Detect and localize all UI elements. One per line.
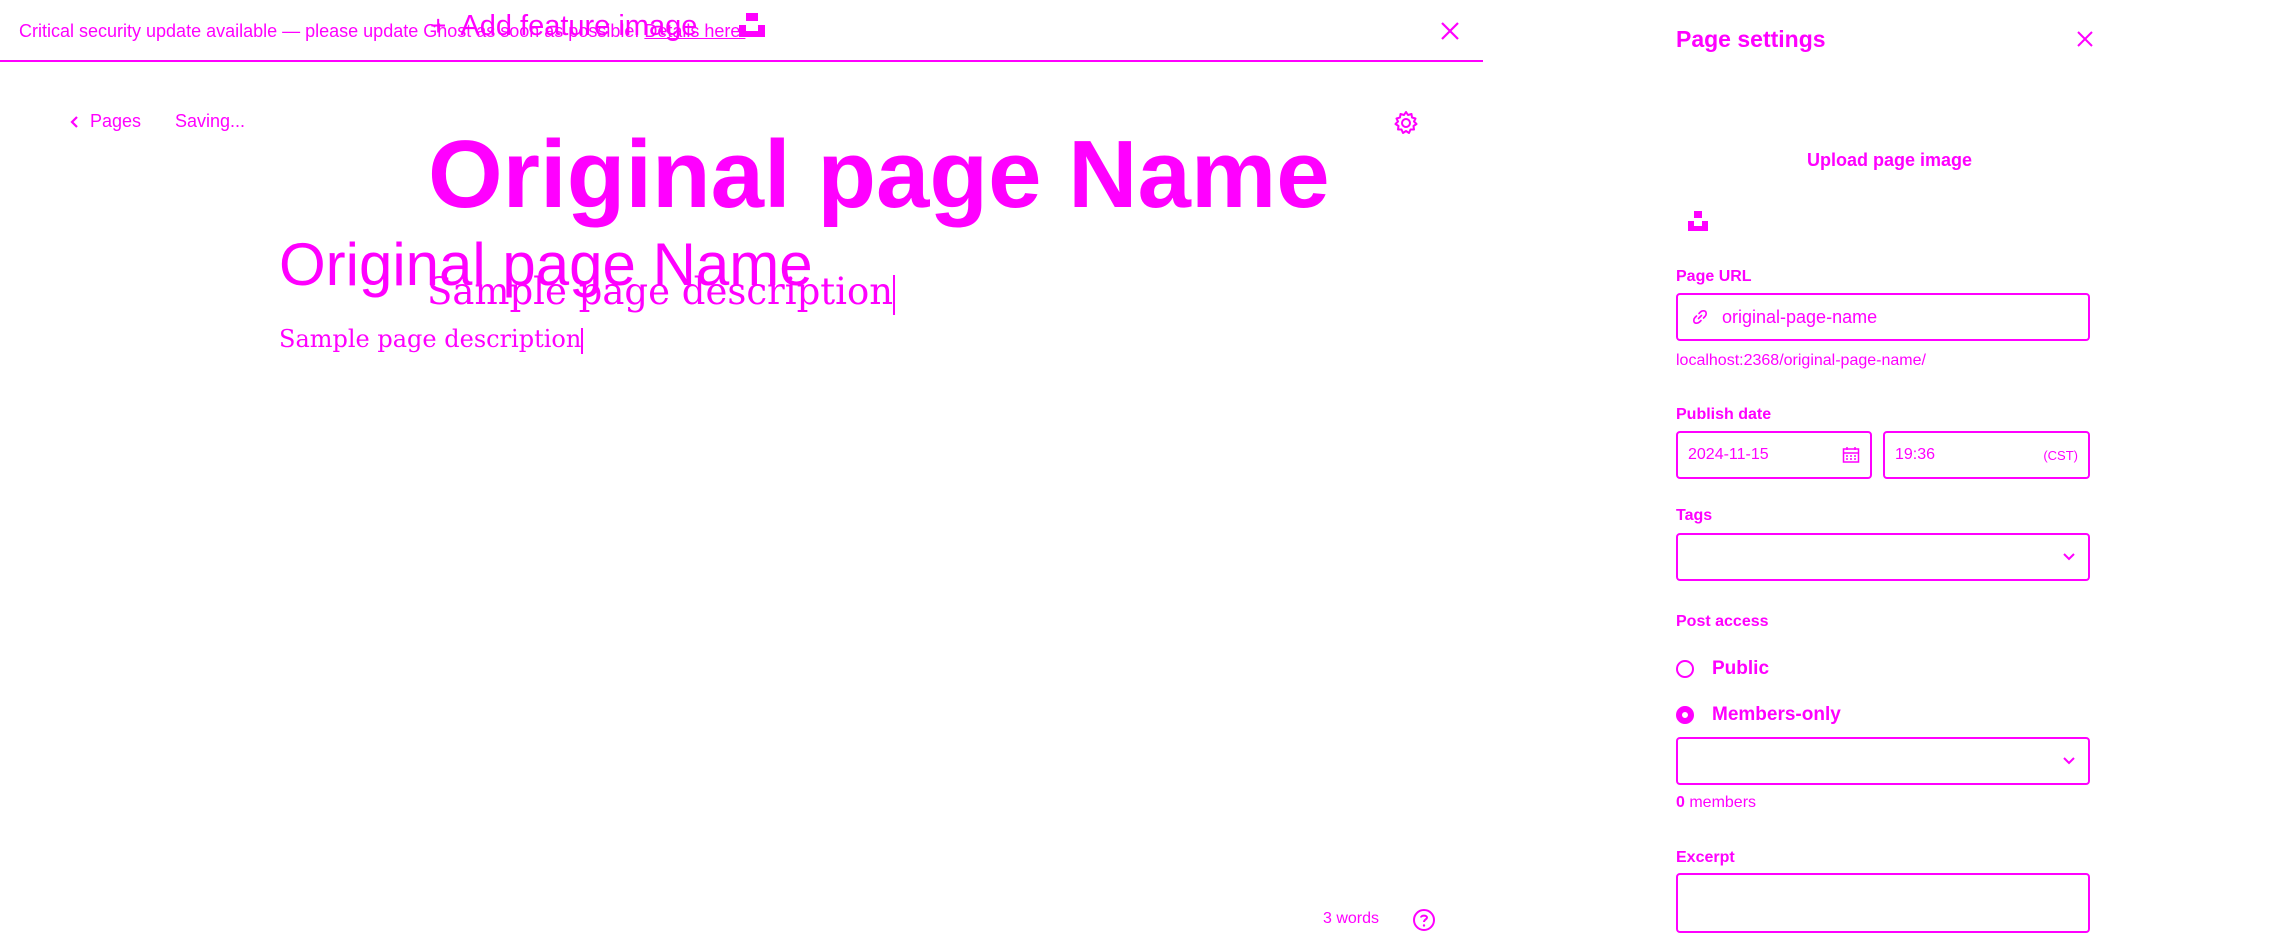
page-description-display: Sample page description [427, 268, 896, 316]
text-caret [581, 327, 584, 354]
back-label: Pages [90, 111, 142, 131]
access-option-members-only[interactable]: Members-only [1676, 704, 1841, 726]
publish-date-label: Publish date [1676, 406, 1772, 423]
chevron-left-icon [70, 115, 78, 128]
access-option-label: Public [1712, 658, 1770, 679]
gear-icon[interactable] [1393, 110, 1419, 136]
publish-date-field[interactable] [1676, 431, 1872, 479]
post-access-label: Post access [1676, 613, 1769, 630]
text-caret [893, 274, 896, 315]
publish-date-input[interactable] [1688, 446, 1842, 464]
add-feature-image-button[interactable]: + Add feature image [430, 8, 697, 44]
page-url-input[interactable] [1722, 306, 2088, 328]
plus-icon: + [430, 10, 447, 41]
tags-select[interactable] [1676, 533, 2090, 581]
publish-time-input[interactable] [1895, 446, 2044, 464]
access-option-public[interactable]: Public [1676, 658, 1769, 680]
upload-page-image-button[interactable]: Upload page image [1807, 150, 1972, 171]
page-title-display: Original page Name [428, 121, 1330, 228]
members-count-suffix: members [1684, 794, 1757, 811]
page-description-display-text: Sample page description [427, 270, 894, 313]
page-description-input[interactable]: Sample page description [279, 322, 584, 356]
page-url-preview: localhost:2368/original-page-name/ [1676, 352, 1926, 369]
close-icon[interactable] [1437, 18, 1463, 44]
chevron-down-icon [2063, 553, 2075, 561]
publish-time-field[interactable]: (CST) [1883, 431, 2090, 479]
link-icon [1693, 310, 1707, 324]
page-description-input-text: Sample page description [279, 325, 582, 353]
unsplash-icon[interactable] [738, 12, 766, 38]
panel-title: Page settings [1676, 26, 1826, 52]
members-tier-select[interactable] [1676, 737, 2090, 785]
unsplash-icon[interactable] [1687, 210, 1709, 232]
members-count-number: 0 [1676, 794, 1685, 811]
page-url-label: Page URL [1676, 268, 1752, 285]
chevron-down-icon [2063, 757, 2075, 765]
excerpt-label: Excerpt [1676, 849, 1735, 866]
add-feature-image-label: Add feature image [460, 10, 698, 42]
save-status: Saving... [175, 111, 246, 131]
members-count: 0 members [1676, 794, 1756, 812]
close-icon[interactable] [2073, 27, 2097, 51]
radio-checked-icon [1676, 706, 1694, 724]
access-option-label: Members-only [1712, 704, 1841, 725]
page-settings-panel: Page settings Upload page image Page URL… [1483, 0, 2270, 933]
tags-label: Tags [1676, 507, 1713, 524]
page-url-field[interactable] [1676, 293, 2090, 341]
radio-unchecked-icon [1676, 660, 1694, 678]
back-to-pages-button[interactable]: Pages [70, 111, 141, 132]
calendar-icon[interactable] [1842, 446, 1860, 464]
word-count: 3 words [1323, 910, 1380, 927]
excerpt-textarea[interactable] [1676, 873, 2090, 933]
help-icon[interactable] [1412, 908, 1436, 932]
timezone-label: (CST) [2043, 447, 2078, 463]
